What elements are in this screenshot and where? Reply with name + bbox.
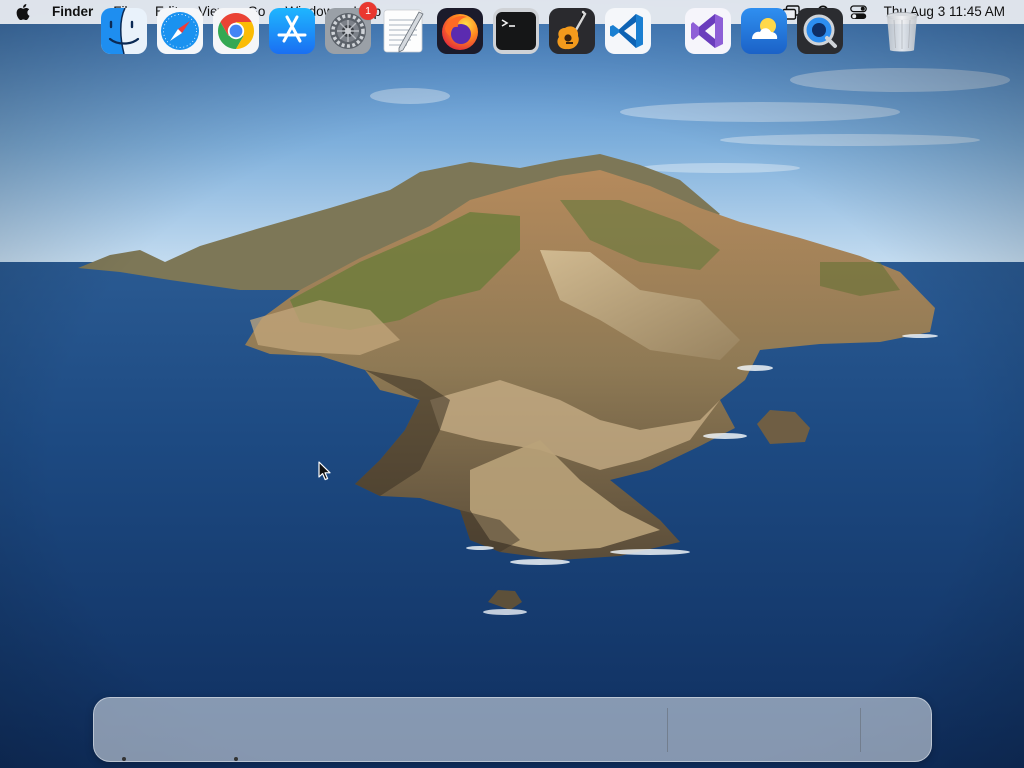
terminal-icon xyxy=(493,8,539,54)
chrome-icon xyxy=(213,8,259,54)
dock xyxy=(93,697,932,762)
running-indicator-chrome xyxy=(234,757,238,761)
vscode-icon xyxy=(605,8,651,54)
quicktime-icon xyxy=(797,8,843,54)
trash-icon xyxy=(886,12,918,52)
apple-menu[interactable] xyxy=(0,0,46,24)
dock-app-weather[interactable] xyxy=(741,8,787,54)
notification-badge: 1 xyxy=(359,2,377,20)
finder-icon xyxy=(101,8,147,54)
dock-app-system-preferences[interactable]: 1 xyxy=(325,2,377,54)
dock-app-visual-studio[interactable] xyxy=(685,8,731,54)
visual-studio-icon xyxy=(685,8,731,54)
control-center-icon xyxy=(850,4,868,19)
running-indicator-finder xyxy=(122,757,126,761)
dock-app-finder[interactable] xyxy=(101,8,147,54)
dock-app-textedit[interactable] xyxy=(381,8,427,54)
menu-app-name[interactable]: Finder xyxy=(46,0,103,24)
dock-separator xyxy=(667,708,668,752)
dock-app-firefox[interactable] xyxy=(437,8,483,54)
dock-separator xyxy=(860,708,861,752)
dock-app-terminal[interactable] xyxy=(493,8,539,54)
dock-app-garageband[interactable] xyxy=(549,8,595,54)
dock-app-chrome[interactable] xyxy=(213,8,259,54)
weather-icon xyxy=(741,8,787,54)
dock-app-quicktime[interactable] xyxy=(797,8,843,54)
dock-app-vscode[interactable] xyxy=(605,8,651,54)
safari-icon xyxy=(157,8,203,54)
desktop-wallpaper xyxy=(0,0,1024,768)
firefox-icon xyxy=(437,8,483,54)
dock-app-safari[interactable] xyxy=(157,8,203,54)
dock-trash[interactable] xyxy=(879,8,925,54)
control-center-button[interactable] xyxy=(842,0,876,24)
apple-logo-icon xyxy=(16,4,30,20)
garageband-icon xyxy=(549,8,595,54)
dock-app-app-store[interactable] xyxy=(269,8,315,54)
app-store-icon xyxy=(269,8,315,54)
textedit-icon xyxy=(383,9,424,53)
mouse-pointer-icon xyxy=(318,461,331,481)
